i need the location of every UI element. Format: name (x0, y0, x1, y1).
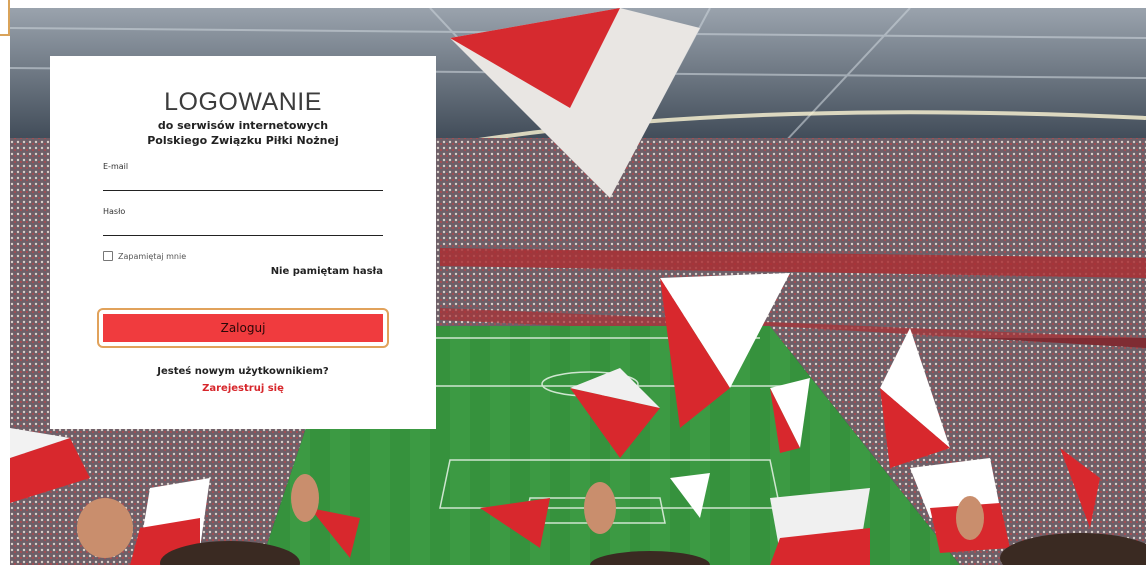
remember-me-checkbox[interactable]: Zapamiętaj mnie (103, 251, 186, 261)
subtitle-line-1: do serwisów internetowych (157, 119, 329, 132)
password-field[interactable] (103, 219, 383, 236)
login-button-focus-ring: Zaloguj (97, 308, 389, 348)
subtitle-line-2: Polskiego Związku Piłki Nożnej (147, 134, 339, 147)
login-card: LOGOWANIE do serwisów internetowych Pols… (50, 56, 436, 429)
email-field[interactable] (103, 174, 383, 191)
register-link[interactable]: Zarejestruj się (50, 383, 436, 394)
login-button[interactable]: Zaloguj (103, 314, 383, 342)
password-label: Hasło (103, 207, 126, 216)
checkbox-box[interactable] (103, 251, 113, 261)
login-subtitle: do serwisów internetowych Polskiego Zwią… (50, 118, 436, 148)
new-user-text: Jesteś nowym użytkownikiem? (157, 366, 329, 377)
login-title: LOGOWANIE (164, 88, 322, 116)
corner-indicator (0, 0, 10, 36)
email-label: E-mail (103, 162, 129, 171)
remember-me-label: Zapamiętaj mnie (118, 251, 187, 261)
forgot-password-link[interactable]: Nie pamiętam hasła (271, 266, 383, 277)
